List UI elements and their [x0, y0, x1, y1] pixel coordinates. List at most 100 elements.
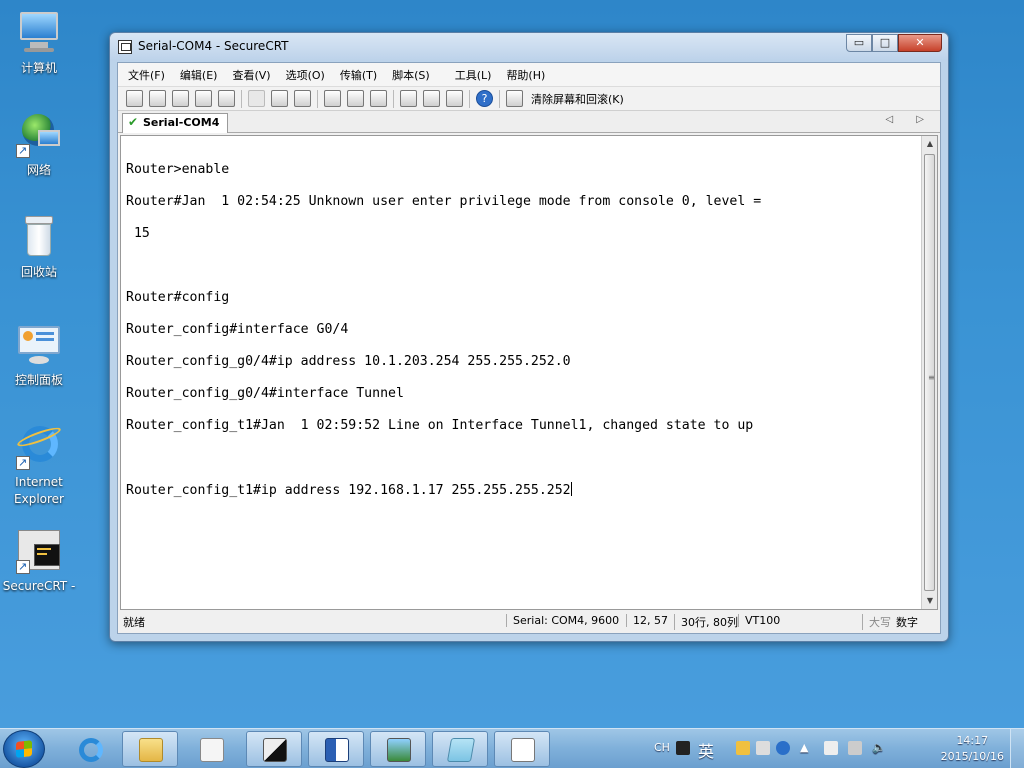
- print-icon[interactable]: [370, 90, 387, 107]
- status-emulation: VT100: [738, 614, 780, 627]
- overflow-chevron-icon[interactable]: ▲: [800, 741, 814, 755]
- print-screen-icon[interactable]: [324, 90, 341, 107]
- terminal-line: Router>enable: [126, 162, 230, 177]
- status-cursor-position: 12, 57: [626, 614, 668, 627]
- keyboard-icon[interactable]: [756, 741, 770, 755]
- help-icon[interactable]: [776, 741, 790, 755]
- clear-screen-icon[interactable]: [506, 90, 523, 107]
- status-ready: 就绪: [123, 616, 145, 629]
- scroll-down-icon[interactable]: ▼: [922, 593, 938, 609]
- internet-explorer-icon: [79, 738, 103, 762]
- folder-icon: [139, 738, 163, 762]
- show-desktop-button[interactable]: [1010, 729, 1024, 768]
- desktop-icon-label: Internet Explorer: [14, 475, 64, 506]
- help-icon[interactable]: ?: [476, 90, 493, 107]
- internet-explorer-icon: [15, 424, 63, 471]
- desktop-icon-securecrt[interactable]: SecureCRT -: [1, 528, 77, 595]
- notepad-icon: [446, 738, 476, 762]
- connect-tab-icon[interactable]: [172, 90, 189, 107]
- global-options-icon[interactable]: [423, 90, 440, 107]
- reconnect-icon[interactable]: [195, 90, 212, 107]
- desktop-icon-computer[interactable]: 计算机: [1, 10, 77, 77]
- vertical-scrollbar[interactable]: ▲ ≡ ▼: [921, 136, 937, 609]
- start-button[interactable]: [3, 730, 45, 768]
- quick-connect-icon[interactable]: [149, 90, 166, 107]
- terminal-line: Router_config_t1#Jan 1 02:59:52 Line on …: [126, 418, 754, 433]
- maximize-button[interactable]: □: [872, 34, 898, 52]
- computer-icon: [16, 10, 62, 56]
- copy-icon[interactable]: [248, 90, 265, 107]
- connect-icon[interactable]: [126, 90, 143, 107]
- paste-icon[interactable]: [271, 90, 288, 107]
- menu-help[interactable]: 帮助(H): [506, 67, 545, 83]
- menu-edit[interactable]: 编辑(E): [180, 67, 218, 83]
- desktop-icon-label: 回收站: [20, 265, 57, 279]
- desktop-icon-label: SecureCRT -: [2, 579, 76, 593]
- print-selection-icon[interactable]: [347, 90, 364, 107]
- scroll-up-icon[interactable]: ▲: [922, 136, 938, 152]
- ime-icon[interactable]: [676, 741, 690, 755]
- toolbar-separator: [393, 89, 394, 108]
- word-icon: [325, 738, 349, 762]
- menu-options[interactable]: 选项(O): [286, 67, 325, 83]
- taskbar-file-explorer[interactable]: [122, 731, 178, 767]
- desktop-icon-internet-explorer[interactable]: Internet Explorer: [1, 424, 77, 508]
- desktop-icon-network[interactable]: 网络: [1, 112, 77, 179]
- clear-screen-button[interactable]: 清除屏幕和回滚(K): [531, 91, 624, 107]
- taskbar-document[interactable]: [494, 731, 550, 767]
- menu-script[interactable]: 脚本(S): [392, 67, 430, 83]
- control-panel-icon: [16, 322, 62, 368]
- language-indicator[interactable]: CH: [654, 741, 670, 754]
- tab-scroll-arrows[interactable]: ◁ ▷: [885, 114, 934, 125]
- shortcut-arrow-icon: [16, 454, 30, 471]
- app-icon[interactable]: [118, 40, 132, 54]
- find-icon[interactable]: [294, 90, 311, 107]
- media-player-icon: [200, 738, 224, 762]
- network-status-icon[interactable]: [848, 741, 862, 755]
- ime-mode[interactable]: 英: [698, 738, 714, 762]
- key-icon[interactable]: [446, 90, 463, 107]
- securecrt-icon: [16, 528, 62, 575]
- photo-viewer-icon: [387, 738, 411, 762]
- taskbar-internet-explorer[interactable]: [62, 731, 118, 767]
- minimize-button[interactable]: ▭: [846, 34, 872, 52]
- clock-date: 2015/10/16: [940, 750, 1004, 763]
- terminal-area[interactable]: Router>enable Router#Jan 1 02:54:25 Unkn…: [120, 135, 938, 610]
- tab-serial-com4[interactable]: ✔ Serial-COM4: [122, 113, 229, 133]
- menu-transfer[interactable]: 传输(T): [340, 67, 377, 83]
- taskbar-securecrt[interactable]: [246, 731, 302, 767]
- clock-time: 14:17: [956, 734, 989, 747]
- status-bar: 就绪 Serial: COM4, 9600 12, 57 30行, 80列 VT…: [120, 611, 938, 631]
- toolbar-separator: [469, 89, 470, 108]
- menu-view[interactable]: 查看(V): [232, 67, 270, 83]
- window-title: Serial-COM4 - SecureCRT: [138, 39, 289, 53]
- taskbar-photo-viewer[interactable]: [370, 731, 426, 767]
- taskbar-notepad[interactable]: [432, 731, 488, 767]
- terminal-line: Router_config_t1#ip address 192.168.1.17…: [126, 483, 571, 498]
- terminal-line: 15: [126, 226, 150, 241]
- close-button[interactable]: ✕: [898, 34, 942, 52]
- terminal-output: Router>enable Router#Jan 1 02:54:25 Unkn…: [126, 146, 931, 531]
- menu-tools[interactable]: 工具(L): [455, 67, 492, 83]
- menu-file[interactable]: 文件(F): [128, 67, 165, 83]
- desktop-icon-label: 计算机: [20, 61, 57, 75]
- window-client: 文件(F) 编辑(E) 查看(V) 选项(O) 传输(T) 脚本(S) 工具(L…: [117, 62, 941, 634]
- session-options-icon[interactable]: [400, 90, 417, 107]
- disconnect-icon[interactable]: [218, 90, 235, 107]
- securecrt-window[interactable]: Serial-COM4 - SecureCRT ▭ □ ✕ 文件(F) 编辑(E…: [109, 32, 949, 642]
- taskbar-clock[interactable]: 14:17 2015/10/16: [941, 733, 1004, 765]
- settings-icon[interactable]: [736, 741, 750, 755]
- scrollbar-thumb[interactable]: ≡: [924, 154, 935, 591]
- flag-icon[interactable]: [824, 741, 838, 755]
- terminal-line: Router#config: [126, 290, 230, 305]
- volume-icon[interactable]: 🔈: [872, 741, 886, 755]
- desktop-icon-control-panel[interactable]: 控制面板: [1, 322, 77, 389]
- title-bar[interactable]: Serial-COM4 - SecureCRT ▭ □ ✕: [110, 33, 948, 61]
- desktop-icon-recycle-bin[interactable]: 回收站: [1, 214, 77, 281]
- taskbar-media-player[interactable]: [183, 731, 239, 767]
- terminal-line: Router_config_g0/4#ip address 10.1.203.2…: [126, 354, 571, 369]
- network-icon: [16, 112, 62, 159]
- terminal-line: Router#Jan 1 02:54:25 Unknown user enter…: [126, 194, 762, 209]
- taskbar-word[interactable]: [308, 731, 364, 767]
